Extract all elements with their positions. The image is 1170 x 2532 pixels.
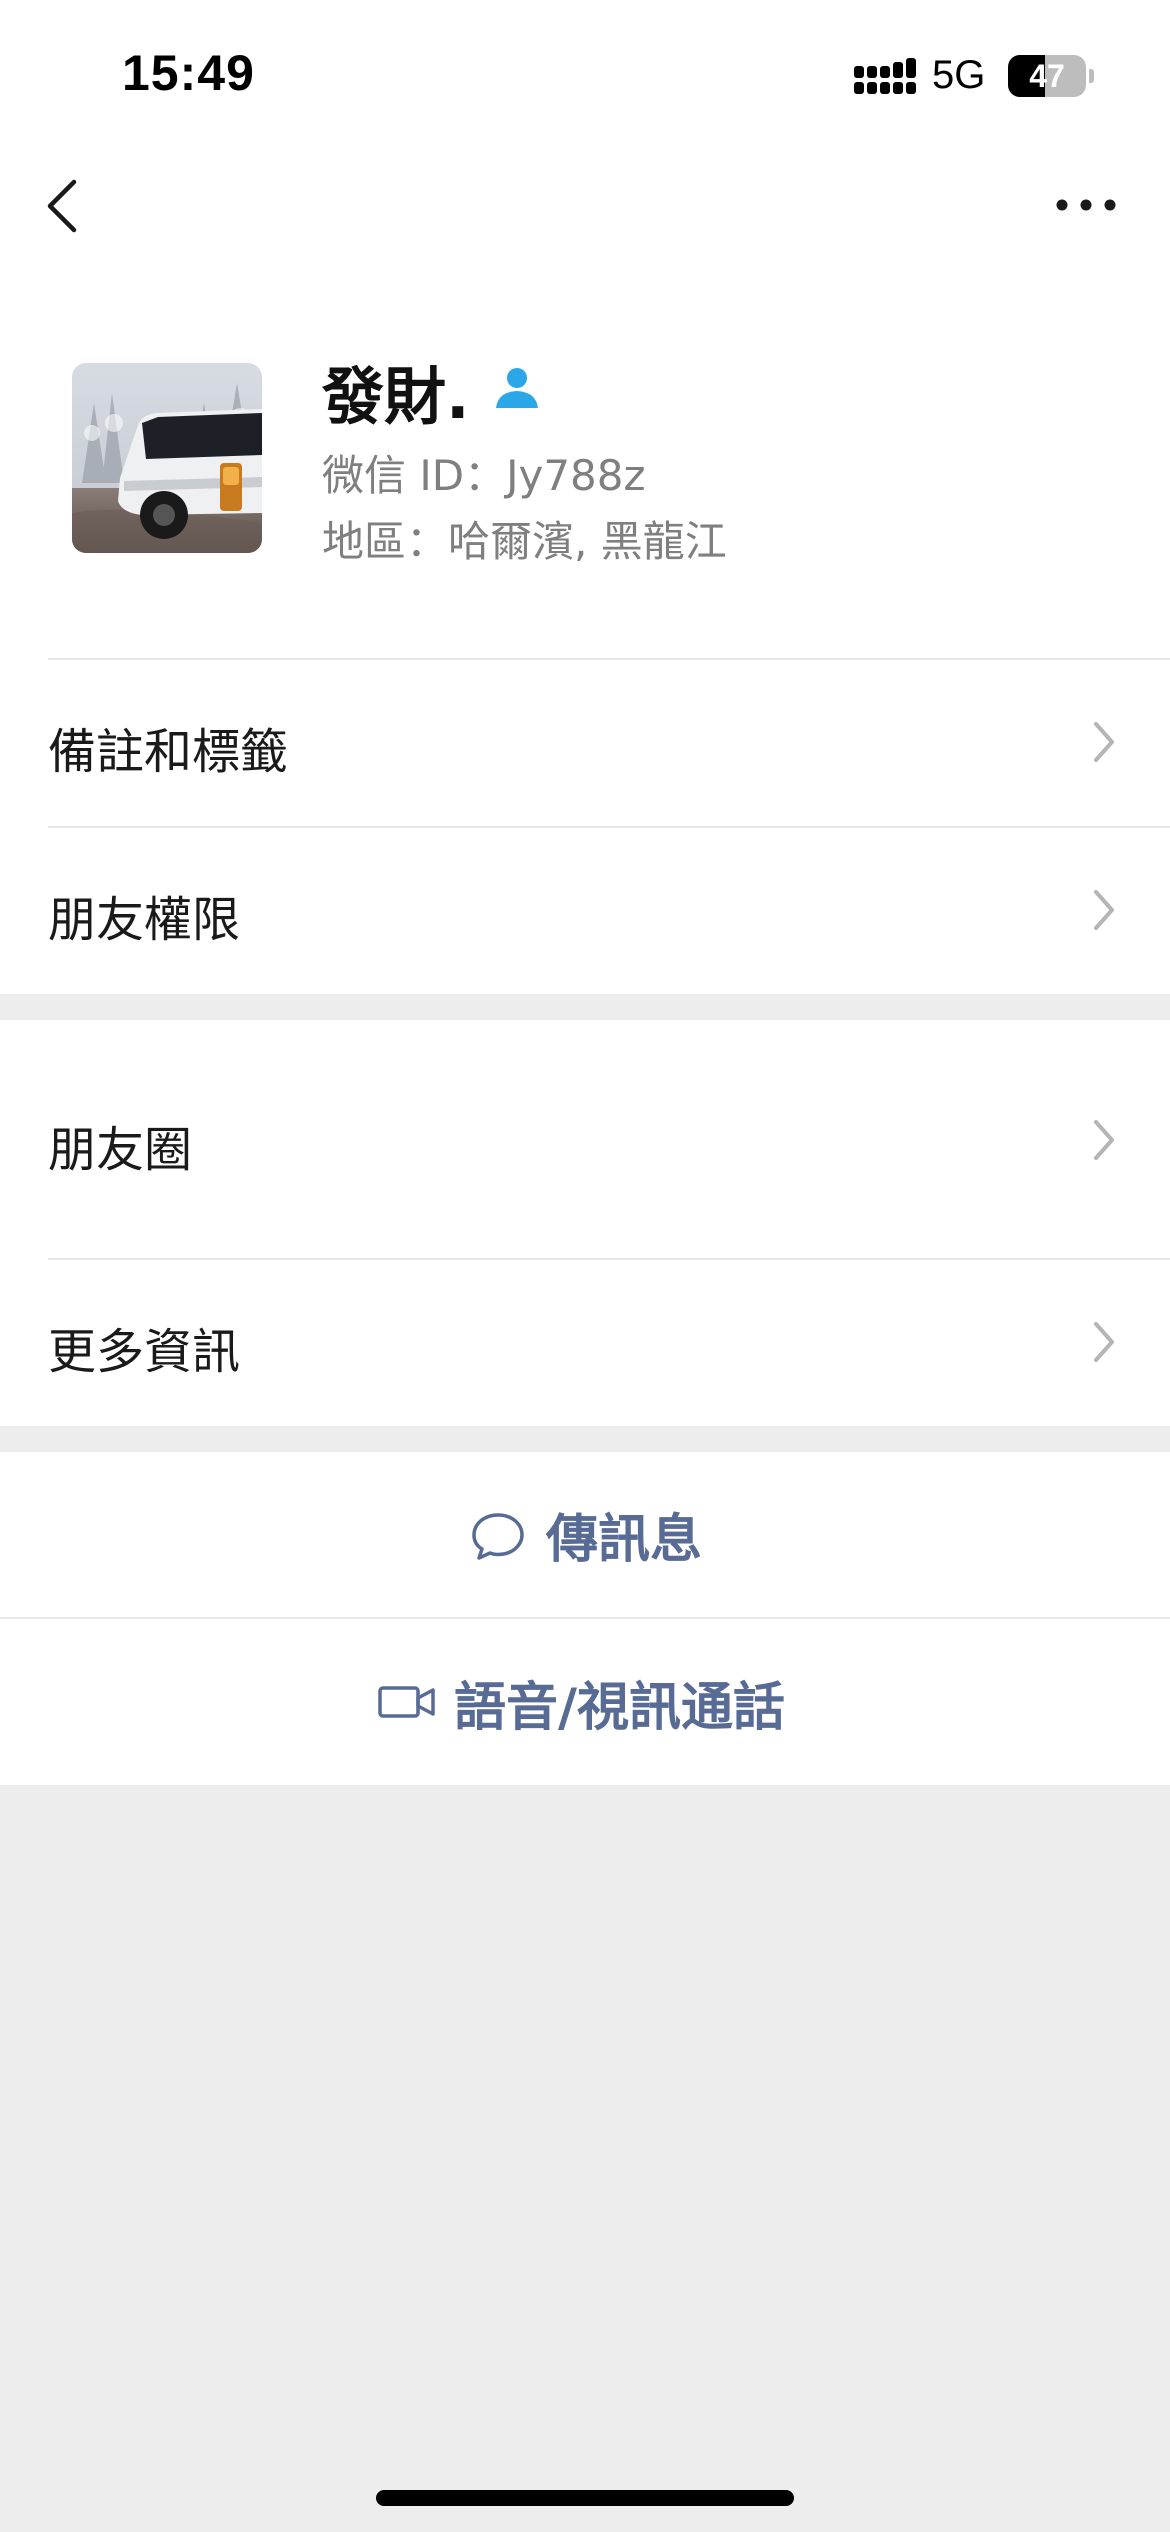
back-button[interactable] xyxy=(36,174,96,238)
signal-icon xyxy=(854,58,916,94)
battery-level-label: 47 xyxy=(1029,58,1065,94)
chevron-right-icon xyxy=(1094,1120,1114,1160)
send-message-content: 傳訊息 xyxy=(470,1452,702,1617)
profile-header: 發財. 微信 ID：Jy788z 地區：哈爾濱, 黑龍江 xyxy=(0,270,1170,658)
profile-wechat-id: 微信 ID：Jy788z xyxy=(322,451,646,500)
person-icon xyxy=(496,368,538,408)
video-camera-icon xyxy=(378,1686,435,1718)
chat-bubble-icon xyxy=(472,1512,524,1560)
avatar[interactable] xyxy=(72,363,262,553)
battery-icon: 47 xyxy=(1008,55,1094,97)
send-message-button[interactable]: 傳訊息 xyxy=(0,1452,1170,1617)
nav-bar xyxy=(0,140,1170,270)
avatar-image xyxy=(72,363,262,553)
voice-video-call-button[interactable]: 語音/視訊通話 xyxy=(0,1619,1170,1785)
voice-video-call-content: 語音/視訊通話 xyxy=(378,1619,785,1785)
battery-body: 47 xyxy=(1008,55,1086,97)
menu-item-more-info[interactable]: 更多資訊 xyxy=(0,1260,1170,1426)
menu-item-remarks-tags[interactable]: 備註和標籤 xyxy=(0,660,1170,825)
settings-group: 備註和標籤 朋友權限 xyxy=(0,658,1170,994)
info-group: 朋友圈 更多資訊 xyxy=(0,1020,1170,1426)
chevron-left-icon xyxy=(47,179,77,233)
send-message-label: 傳訊息 xyxy=(546,1510,703,1570)
status-time: 15:49 xyxy=(122,45,255,101)
more-horizontal-icon xyxy=(1056,199,1116,211)
status-bar: 15:49 5G 47 xyxy=(0,0,1170,140)
menu-item-moments[interactable]: 朋友圈 xyxy=(0,1020,1170,1258)
menu-label-remarks-tags: 備註和標籤 xyxy=(48,724,289,780)
actions-group: 傳訊息 語音/視訊通話 xyxy=(0,1452,1170,1785)
chevron-right-icon xyxy=(1094,722,1114,762)
contact-profile-screen: 15:49 5G 47 發財. 微信 ID：Jy788z 地區：哈爾濱, 黑龍江… xyxy=(0,0,1170,2532)
menu-label-moments: 朋友圈 xyxy=(48,1122,193,1178)
network-type-label: 5G xyxy=(932,53,986,97)
battery-tip xyxy=(1089,69,1094,83)
chevron-right-icon xyxy=(1094,890,1114,930)
menu-item-friend-permissions[interactable]: 朋友權限 xyxy=(0,828,1170,994)
home-indicator[interactable] xyxy=(376,2490,794,2506)
profile-name: 發財. xyxy=(322,360,470,433)
profile-region: 地區：哈爾濱, 黑龍江 xyxy=(322,517,727,566)
voice-video-call-label: 語音/視訊通話 xyxy=(454,1677,785,1738)
chevron-right-icon xyxy=(1094,1322,1114,1362)
menu-label-friend-permissions: 朋友權限 xyxy=(48,892,241,948)
more-button[interactable] xyxy=(1046,180,1126,230)
menu-label-more-info: 更多資訊 xyxy=(48,1324,241,1380)
